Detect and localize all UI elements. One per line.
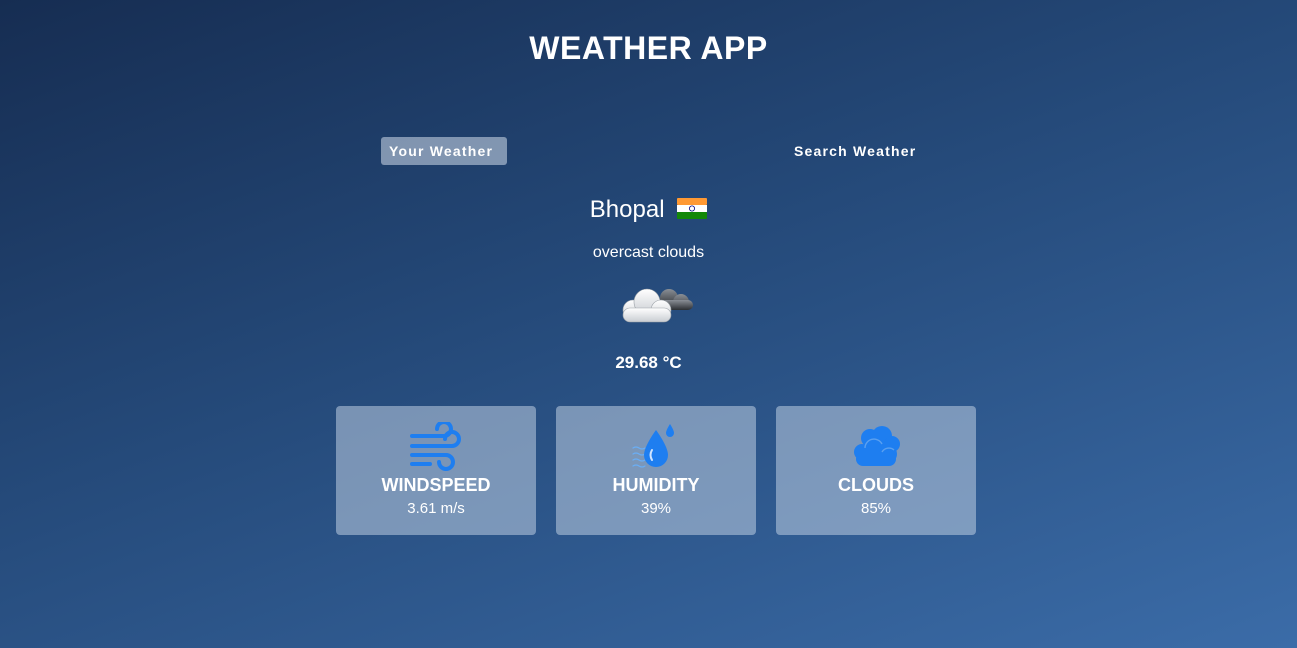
windspeed-card: WINDSPEED 3.61 m/s xyxy=(336,406,536,535)
humidity-icon xyxy=(632,424,674,468)
weather-description: overcast clouds xyxy=(592,244,705,261)
temperature: 29.68 °C xyxy=(615,353,682,372)
humidity-label: HUMIDITY xyxy=(612,475,700,495)
location-row: Bhopal xyxy=(0,196,1297,224)
tab-your-weather[interactable]: Your Weather xyxy=(381,137,507,165)
windspeed-value: 3.61 m/s xyxy=(407,500,465,517)
clouds-label: CLOUDS xyxy=(838,475,914,495)
tab-search-weather[interactable]: Search Weather xyxy=(786,137,932,165)
humidity-value: 39% xyxy=(640,500,672,517)
city-name: Bhopal xyxy=(589,196,665,223)
humidity-card: HUMIDITY 39% xyxy=(556,406,756,535)
windspeed-label: WINDSPEED xyxy=(381,475,491,495)
clouds-value: 85% xyxy=(860,500,892,517)
cloud-icon xyxy=(854,426,900,466)
india-flag-icon xyxy=(677,198,708,219)
app-title: WEATHER APP xyxy=(529,30,768,66)
clouds-card: CLOUDS 85% xyxy=(776,406,976,535)
wind-icon xyxy=(410,422,461,471)
overcast-clouds-icon xyxy=(622,288,693,323)
